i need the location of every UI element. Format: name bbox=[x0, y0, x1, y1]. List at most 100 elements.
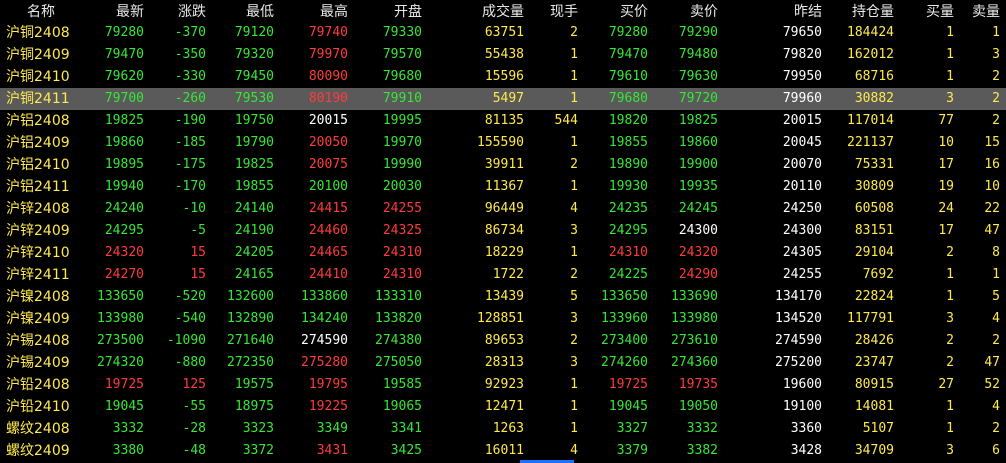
cell-cur-vol: 2 bbox=[570, 157, 578, 172]
table-row[interactable]: 沪锌2408 24240 -10 24140 24415 24255 96449 4 24235… bbox=[0, 198, 1006, 220]
cell-cur-vol: 1 bbox=[570, 135, 578, 150]
cell-name: 沪锡2408 bbox=[6, 333, 70, 349]
cell-bid: 24235 bbox=[608, 201, 648, 216]
col-header-open-interest[interactable]: 持仓量 bbox=[822, 0, 894, 22]
cell-open: 79330 bbox=[382, 25, 422, 40]
col-header-ask[interactable]: 卖价 bbox=[648, 0, 718, 22]
cell-high: 24415 bbox=[308, 201, 348, 216]
table-row[interactable]: 沪铝2408 19825 -190 19750 20015 19995 81135 544 19… bbox=[0, 110, 1006, 132]
table-row[interactable]: 沪镍2409 133980 -540 132890 134240 133820 128851… bbox=[0, 308, 1006, 330]
cell-bid: 273400 bbox=[601, 333, 648, 348]
col-header-last[interactable]: 最新 bbox=[82, 0, 144, 22]
cell-ask-vol: 2 bbox=[992, 333, 1000, 348]
col-header-ask-vol[interactable]: 卖量 bbox=[954, 0, 1006, 22]
cell-name: 沪铜2409 bbox=[6, 47, 70, 63]
cell-change: -330 bbox=[174, 69, 206, 84]
cell-name: 沪铜2408 bbox=[6, 25, 70, 41]
cell-bid-vol: 17 bbox=[938, 157, 954, 172]
cell-open: 19990 bbox=[382, 157, 422, 172]
table-row[interactable]: 沪铜2409 79470 -350 79320 79970 79570 55438 1 7947… bbox=[0, 44, 1006, 66]
col-header-low[interactable]: 最低 bbox=[206, 0, 274, 22]
cell-cur-vol: 3 bbox=[570, 223, 578, 238]
cell-open: 133820 bbox=[375, 311, 422, 326]
cell-prev-settle: 20045 bbox=[782, 135, 822, 150]
cell-name: 沪镍2409 bbox=[6, 311, 70, 327]
cell-volume: 12471 bbox=[484, 399, 524, 414]
table-row[interactable]: 沪锌2410 24320 15 24205 24465 24310 18229 1 24310 2… bbox=[0, 242, 1006, 264]
cell-bid: 19855 bbox=[608, 135, 648, 150]
col-header-change[interactable]: 涨跌 bbox=[144, 0, 206, 22]
table-row[interactable]: 沪铜2410 79620 -330 79450 80090 79680 15596 1 7961… bbox=[0, 66, 1006, 88]
table-row[interactable]: 沪铅2410 19045 -55 18975 19225 19065 12471 1 19045… bbox=[0, 396, 1006, 418]
cell-high: 134240 bbox=[301, 311, 348, 326]
table-row[interactable]: 沪铅2408 19725 125 19575 19795 19585 92923 1 19725… bbox=[0, 374, 1006, 396]
cell-name: 沪锌2409 bbox=[6, 223, 70, 239]
cell-low: 79530 bbox=[206, 88, 274, 110]
cell-last: 19725 bbox=[104, 377, 144, 392]
cell-ask-vol: 1 bbox=[992, 267, 1000, 282]
table-row[interactable]: 沪锡2408 273500 -1090 271640 274590 274380 89653… bbox=[0, 330, 1006, 352]
cell-high: 133860 bbox=[301, 289, 348, 304]
cell-bid: 79610 bbox=[608, 69, 648, 84]
cell-ask-vol: 5 bbox=[992, 289, 1000, 304]
cell-ask-vol: 1 bbox=[992, 25, 1000, 40]
table-row[interactable]: 螺纹2408 3332 -28 3323 3349 3341 1263 1 3327 3332 33… bbox=[0, 418, 1006, 440]
col-header-cur-vol[interactable]: 现手 bbox=[524, 0, 578, 22]
cell-bid-vol: 10 bbox=[938, 135, 954, 150]
cell-bid: 79280 bbox=[608, 25, 648, 40]
cell-cur-vol: 544 bbox=[554, 113, 578, 128]
cell-open-interest: 30809 bbox=[854, 179, 894, 194]
cell-volume: 39911 bbox=[484, 157, 524, 172]
table-row[interactable]: 沪锌2411 24270 15 24165 24410 24310 1722 2 24225 24… bbox=[0, 264, 1006, 286]
cell-prev-settle: 20070 bbox=[782, 157, 822, 172]
col-header-open[interactable]: 开盘 bbox=[348, 0, 422, 22]
cell-bid-vol: 1 bbox=[946, 267, 954, 282]
cell-high: 20100 bbox=[308, 179, 348, 194]
cell-cur-vol: 2 bbox=[570, 333, 578, 348]
cell-bid: 19725 bbox=[608, 377, 648, 392]
cell-prev-settle: 20110 bbox=[782, 179, 822, 194]
cell-ask-vol: 52 bbox=[984, 377, 1000, 392]
cell-volume: 15596 bbox=[484, 69, 524, 84]
cell-ask-vol: 3 bbox=[992, 47, 1000, 62]
col-header-bid[interactable]: 买价 bbox=[578, 0, 648, 22]
table-row[interactable]: 沪锡2409 274320 -880 272350 275280 275050 28313 3… bbox=[0, 352, 1006, 374]
cell-last: 79470 bbox=[104, 47, 144, 62]
cell-change: -540 bbox=[174, 311, 206, 326]
table-row[interactable]: 沪铝2409 19860 -185 19790 20050 19970 155590 1 198… bbox=[0, 132, 1006, 154]
cell-prev-settle: 79950 bbox=[782, 69, 822, 84]
cell-last: 3332 bbox=[112, 421, 144, 436]
cell-bid-vol: 2 bbox=[946, 245, 954, 260]
table-row[interactable]: 沪铝2410 19895 -175 19825 20075 19990 39911 2 1989… bbox=[0, 154, 1006, 176]
cell-open-interest: 117014 bbox=[847, 113, 894, 128]
cell-name: 沪铅2408 bbox=[6, 377, 70, 393]
table-row[interactable]: 沪铝2411 19940 -170 19855 20100 20030 11367 1 1993… bbox=[0, 176, 1006, 198]
cell-name: 沪铝2408 bbox=[6, 113, 70, 129]
cell-open-interest: 5107 bbox=[862, 421, 894, 436]
cell-bid-vol: 1 bbox=[946, 289, 954, 304]
col-header-bid-vol[interactable]: 买量 bbox=[894, 0, 954, 22]
table-row[interactable]: 沪锌2409 24295 -5 24190 24460 24325 86734 3 24295 2… bbox=[0, 220, 1006, 242]
cell-prev-settle: 275200 bbox=[775, 355, 822, 370]
cell-last: 274320 bbox=[97, 355, 144, 370]
cell-bid: 3379 bbox=[616, 443, 648, 458]
cell-change: -48 bbox=[182, 443, 206, 458]
col-header-prev-settle[interactable]: 昨结 bbox=[718, 0, 822, 22]
cell-prev-settle: 20015 bbox=[782, 113, 822, 128]
cell-ask-vol: 4 bbox=[992, 311, 1000, 326]
col-header-volume[interactable]: 成交量 bbox=[422, 0, 524, 22]
cell-high: 24465 bbox=[308, 245, 348, 260]
table-row[interactable]: 螺纹2409 3380 -48 3372 3431 3425 16011 4 3379 3382 3… bbox=[0, 440, 1006, 462]
table-row[interactable]: 沪铜2411 79700 -260 79530 80190 79910 5497 1 79680… bbox=[0, 88, 1006, 110]
cell-high: 79740 bbox=[308, 25, 348, 40]
cell-change: -28 bbox=[182, 421, 206, 436]
table-row[interactable]: 沪铜2408 79280 -370 79120 79740 79330 63751 2 7928… bbox=[0, 22, 1006, 44]
cell-open-interest: 68716 bbox=[854, 69, 894, 84]
table-row[interactable]: 沪镍2408 133650 -520 132600 133860 133310 13439 5… bbox=[0, 286, 1006, 308]
col-header-high[interactable]: 最高 bbox=[274, 0, 348, 22]
cell-open: 274380 bbox=[375, 333, 422, 348]
cell-bid-vol: 2 bbox=[946, 355, 954, 370]
cell-bid: 19820 bbox=[608, 113, 648, 128]
col-header-name[interactable]: 名称 bbox=[0, 0, 82, 22]
cell-change: -520 bbox=[174, 289, 206, 304]
